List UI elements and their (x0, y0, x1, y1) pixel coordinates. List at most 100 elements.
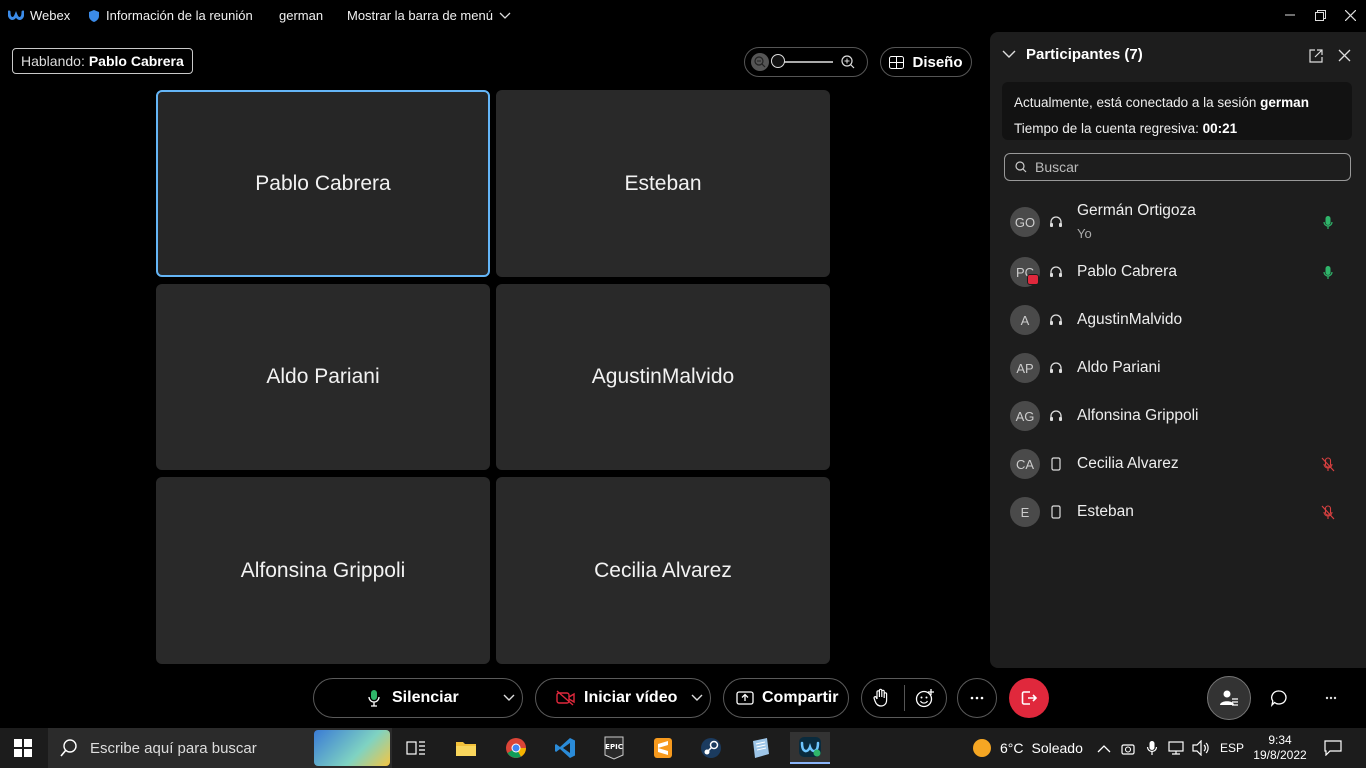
chevron-down-icon[interactable] (691, 694, 703, 702)
close-window-button[interactable] (1335, 0, 1365, 30)
restore-button[interactable] (1305, 0, 1335, 30)
steam-button[interactable] (691, 732, 731, 764)
chat-button[interactable] (1259, 678, 1299, 718)
task-view-button[interactable] (396, 732, 436, 764)
minimize-icon (1285, 14, 1295, 16)
meeting-info-label: Información de la reunión (106, 8, 253, 23)
mute-label: Silenciar (392, 689, 459, 706)
layout-label: Diseño (912, 53, 963, 71)
meeting-info-button[interactable]: Información de la reunión (88, 8, 253, 23)
mobile-icon (1048, 456, 1064, 472)
app-brand: Webex (8, 8, 70, 23)
list-item[interactable]: GO Germán Ortigoza Yo (990, 196, 1366, 248)
zoom-slider[interactable] (771, 54, 833, 68)
camera-tray-icon[interactable] (1121, 728, 1135, 768)
list-item[interactable]: AG Alfonsina Grippoli (990, 392, 1366, 440)
list-item[interactable]: PC Pablo Cabrera (990, 248, 1366, 296)
presenter-badge-icon (1027, 274, 1039, 285)
tile-name: AgustinMalvido (591, 365, 735, 388)
show-menu-bar-label: Mostrar la barra de menú (347, 8, 493, 23)
more-panels-button[interactable] (1311, 678, 1351, 718)
notifications-button[interactable] (1324, 728, 1342, 768)
epic-games-icon: EPIC (604, 736, 624, 760)
microphone-tray-icon[interactable] (1146, 728, 1158, 768)
chevron-down-icon[interactable] (1002, 50, 1016, 59)
close-panel-button[interactable] (1338, 49, 1354, 65)
zoom-control (744, 47, 868, 77)
leave-icon (1021, 691, 1038, 705)
show-hidden-icons-button[interactable] (1097, 728, 1111, 768)
camera-icon (1121, 744, 1135, 755)
microphone-muted-icon (1320, 456, 1336, 472)
participant-name: Pablo Cabrera (1077, 263, 1177, 280)
chat-icon (1270, 690, 1287, 707)
layout-button[interactable]: Diseño (880, 47, 972, 77)
microphone-icon (1320, 214, 1336, 230)
list-item[interactable]: AP Aldo Pariani (990, 344, 1366, 392)
search-input[interactable] (1035, 159, 1335, 175)
network-tray-icon[interactable] (1168, 728, 1186, 768)
restore-icon (1314, 9, 1326, 21)
tile-name: Pablo Cabrera (255, 171, 391, 195)
video-tile[interactable]: Cecilia Alvarez (496, 477, 830, 664)
vscode-button[interactable] (545, 732, 585, 764)
taskbar-search[interactable]: Escribe aquí para buscar (48, 728, 392, 768)
chevron-down-icon[interactable] (503, 694, 515, 702)
video-tile[interactable]: Aldo Pariani (156, 284, 490, 470)
file-explorer-button[interactable] (446, 732, 486, 764)
tile-name: Aldo Pariani (266, 365, 380, 388)
start-video-button[interactable]: Iniciar vídeo (535, 678, 711, 718)
microphone-icon (368, 690, 380, 707)
close-icon (1344, 9, 1356, 21)
raise-hand-button[interactable] (872, 688, 890, 713)
emoji-add-icon (915, 689, 934, 708)
vscode-icon (555, 738, 575, 758)
zoom-in-button[interactable] (839, 53, 857, 71)
sublime-text-button[interactable] (643, 732, 683, 764)
video-tile[interactable]: Esteban (496, 90, 830, 277)
video-tile[interactable]: Alfonsina Grippoli (156, 477, 490, 664)
list-item[interactable]: A AgustinMalvido (990, 296, 1366, 344)
participant-search[interactable] (1004, 153, 1351, 181)
epic-games-button[interactable]: EPIC (594, 732, 634, 764)
volume-tray-icon[interactable] (1192, 728, 1210, 768)
leave-meeting-button[interactable] (1009, 678, 1049, 718)
start-video-label: Iniciar vídeo (584, 689, 678, 706)
zoom-out-button[interactable] (751, 53, 769, 71)
sun-icon (973, 739, 991, 757)
reactions-button[interactable] (915, 688, 935, 713)
weather-widget[interactable]: 6°C Soleado (972, 728, 1083, 768)
speaking-name: Pablo Cabrera (88, 53, 184, 69)
share-button[interactable]: Compartir (723, 678, 849, 718)
app-name: Webex (30, 8, 71, 23)
chrome-button[interactable] (496, 732, 536, 764)
participant-subtitle: Yo (1077, 226, 1092, 241)
show-menu-bar-button[interactable]: Mostrar la barra de menú (347, 8, 511, 23)
webex-taskbar-button[interactable] (790, 732, 830, 764)
notepad-icon (753, 738, 769, 758)
notes-app-button[interactable] (740, 732, 780, 764)
list-item[interactable]: CA Cecilia Alvarez (990, 440, 1366, 488)
reactions-group (861, 678, 947, 718)
windows-start-button[interactable] (14, 739, 32, 762)
clock[interactable]: 9:34 19/8/2022 (1250, 728, 1310, 768)
list-item[interactable]: E Esteban (990, 488, 1366, 536)
mute-button[interactable]: Silenciar (313, 678, 523, 718)
speaker-icon (1192, 740, 1209, 756)
countdown-line: Tiempo de la cuenta regresiva: 00:21 (1014, 116, 1340, 142)
zoom-slider-thumb[interactable] (771, 54, 785, 68)
popout-button[interactable] (1308, 48, 1326, 66)
minimize-button[interactable] (1275, 0, 1305, 30)
user-name-label: german (279, 8, 324, 23)
language-indicator[interactable]: ESP (1220, 728, 1244, 768)
participants-button[interactable] (1207, 676, 1251, 720)
headset-icon (1048, 312, 1064, 328)
video-tile[interactable]: Pablo Cabrera (156, 90, 490, 277)
clock-date: 19/8/2022 (1253, 748, 1307, 762)
participants-header[interactable]: Participantes (7) (1002, 46, 1143, 63)
weather-temp: 6°C (1000, 740, 1024, 756)
video-tile[interactable]: AgustinMalvido (496, 284, 830, 470)
user-name[interactable]: german (279, 8, 323, 23)
headset-icon (1048, 408, 1064, 424)
more-options-button[interactable] (957, 678, 997, 718)
